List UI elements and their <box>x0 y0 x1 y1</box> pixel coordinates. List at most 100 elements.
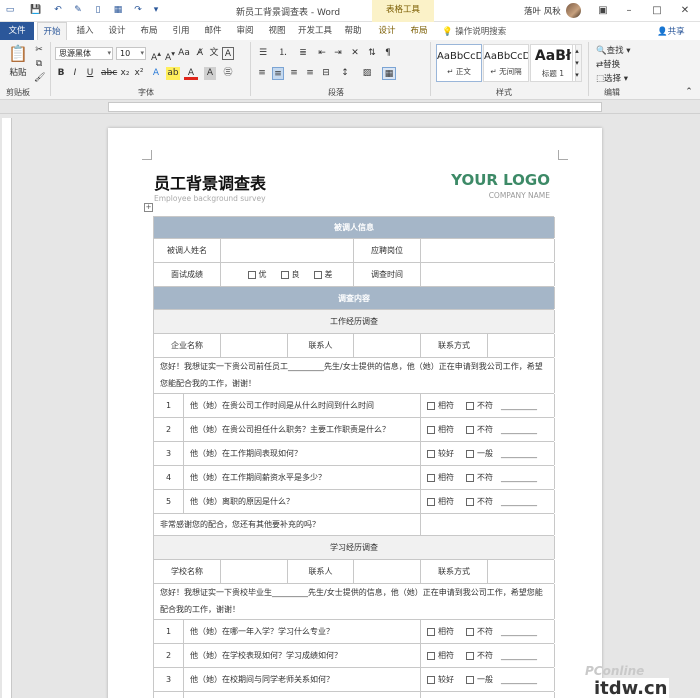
char-shading-icon[interactable]: A <box>204 67 216 80</box>
tab-help[interactable]: 帮助 <box>338 22 368 40</box>
collapse-ribbon-icon[interactable]: ⌃ <box>684 86 694 99</box>
enclose-char-icon[interactable]: ㊂ <box>222 67 234 80</box>
bold-icon[interactable]: B <box>55 67 67 80</box>
horizontal-ruler[interactable] <box>108 102 602 112</box>
replace-button[interactable]: ⇄替换 <box>596 58 620 70</box>
align-left-icon[interactable]: ≡ <box>256 67 268 80</box>
option-checkbox[interactable] <box>427 651 435 660</box>
align-center-icon[interactable]: ≡ <box>272 67 284 80</box>
user-name[interactable]: 落叶 风秋 <box>524 5 561 17</box>
share-button[interactable]: 👤共享 <box>657 25 685 37</box>
distribute-icon[interactable]: ⊟ <box>320 67 332 80</box>
name-cell[interactable] <box>221 239 354 262</box>
change-case-icon[interactable]: Aa <box>178 47 190 60</box>
survey-time-cell[interactable] <box>421 263 555 286</box>
highlight-icon[interactable]: ab <box>166 67 180 80</box>
font-color-icon[interactable]: A <box>184 67 198 80</box>
italic-icon[interactable]: I <box>69 67 81 80</box>
subscript-icon[interactable]: x₂ <box>119 67 131 80</box>
minimize-icon[interactable]: – <box>614 2 644 20</box>
format-painter-icon[interactable]: ✎ <box>72 4 84 16</box>
tab-design[interactable]: 设计 <box>102 22 132 40</box>
option-checkbox[interactable] <box>427 449 435 458</box>
phonetic-guide-icon[interactable]: 文 <box>208 47 220 60</box>
tab-review[interactable]: 审阅 <box>230 22 260 40</box>
numbering-icon[interactable]: ⒈ <box>276 47 290 60</box>
document-page[interactable]: 员工背景调查表 Employee background survey YOUR … <box>108 128 602 698</box>
chinese-layout-icon[interactable]: ✕ <box>348 47 362 60</box>
option-checkbox[interactable] <box>466 401 474 410</box>
show-marks-icon[interactable]: ¶ <box>382 47 394 60</box>
tab-developer[interactable]: 开发工具 <box>294 22 336 40</box>
grade-checkbox[interactable] <box>313 270 322 279</box>
option-checkbox[interactable] <box>427 401 435 410</box>
multilevel-list-icon[interactable]: ≣ <box>296 47 310 60</box>
save-icon[interactable]: 💾 <box>30 4 42 16</box>
tab-layout[interactable]: 布局 <box>134 22 164 40</box>
font-name-combo[interactable]: 思源黑体 ▾ <box>55 47 113 60</box>
tab-table-layout[interactable]: 布局 <box>404 22 434 40</box>
superscript-icon[interactable]: x² <box>133 67 145 80</box>
select-button[interactable]: ⬚选择 ▾ <box>596 72 628 84</box>
option-checkbox[interactable] <box>427 627 435 636</box>
tab-view[interactable]: 视图 <box>262 22 292 40</box>
find-button[interactable]: 🔍查找 ▾ <box>596 44 631 56</box>
format-painter-brush-icon[interactable]: 🖌 <box>34 72 45 85</box>
paste-icon[interactable]: 📋 <box>6 44 30 64</box>
text-effects-icon[interactable]: A <box>150 67 162 80</box>
borders-icon[interactable]: ▦ <box>382 67 396 80</box>
school-name-cell[interactable] <box>221 560 288 583</box>
work-thanks-cell[interactable] <box>421 514 555 535</box>
shrink-font-icon[interactable]: A▾ <box>164 47 176 63</box>
paste-button[interactable]: 粘贴 <box>4 66 32 78</box>
contact-info-cell[interactable] <box>488 334 555 357</box>
draw-table-icon[interactable]: ▦ <box>112 4 124 16</box>
cut-icon[interactable]: ✂ <box>34 44 44 57</box>
contact-cell[interactable] <box>354 560 421 583</box>
option-checkbox[interactable] <box>466 497 474 506</box>
undo-icon[interactable]: ↶ <box>52 4 64 16</box>
company-name-cell[interactable] <box>221 334 288 357</box>
underline-icon[interactable]: U <box>83 67 97 80</box>
grade-checkbox[interactable] <box>247 270 256 279</box>
close-icon[interactable]: ✕ <box>670 2 700 20</box>
contact-info-cell[interactable] <box>488 560 555 583</box>
redo-icon[interactable]: ↷ <box>132 4 144 16</box>
character-border-icon[interactable]: A <box>222 47 234 60</box>
style-heading-1[interactable]: AaBł 标题 1 <box>530 44 576 82</box>
strikethrough-icon[interactable]: abc <box>101 67 117 80</box>
option-checkbox[interactable] <box>466 675 474 684</box>
shading-icon[interactable]: ▨ <box>360 67 374 80</box>
style-normal[interactable]: AaBbCcD ↵ 正文 <box>436 44 482 82</box>
tab-mailings[interactable]: 邮件 <box>198 22 228 40</box>
new-doc-icon[interactable]: ▯ <box>92 4 104 16</box>
option-checkbox[interactable] <box>427 497 435 506</box>
styles-scroll-icon[interactable]: ▴ ▾ ▾ <box>572 44 582 82</box>
clear-format-icon[interactable]: A̸ <box>194 47 206 60</box>
avatar[interactable] <box>566 3 581 18</box>
grade-checkbox[interactable] <box>280 270 289 279</box>
grow-font-icon[interactable]: A▴ <box>150 47 162 63</box>
maximize-icon[interactable]: □ <box>642 2 672 20</box>
tab-home[interactable]: 开始 <box>37 22 67 40</box>
line-spacing-icon[interactable]: ↕ <box>338 67 352 80</box>
tell-me-search[interactable]: 💡 操作说明搜索 <box>442 25 506 37</box>
tab-table-design[interactable]: 设计 <box>372 22 402 40</box>
option-checkbox[interactable] <box>427 425 435 434</box>
position-cell[interactable] <box>421 239 555 262</box>
bullets-icon[interactable]: ☰ <box>256 47 270 60</box>
option-checkbox[interactable] <box>466 425 474 434</box>
option-checkbox[interactable] <box>466 473 474 482</box>
table-move-handle-icon[interactable]: + <box>144 203 153 212</box>
contact-cell[interactable] <box>354 334 421 357</box>
tab-references[interactable]: 引用 <box>166 22 196 40</box>
option-checkbox[interactable] <box>466 651 474 660</box>
option-checkbox[interactable] <box>427 675 435 684</box>
option-checkbox[interactable] <box>466 449 474 458</box>
tab-file[interactable]: 文件 <box>0 22 34 40</box>
option-checkbox[interactable] <box>466 627 474 636</box>
customize-icon[interactable]: ▾ <box>150 4 162 16</box>
justify-icon[interactable]: ≡ <box>304 67 316 80</box>
style-no-spacing[interactable]: AaBbCcD ↵ 无间隔 <box>483 44 529 82</box>
copy-icon[interactable]: ⧉ <box>34 58 44 71</box>
